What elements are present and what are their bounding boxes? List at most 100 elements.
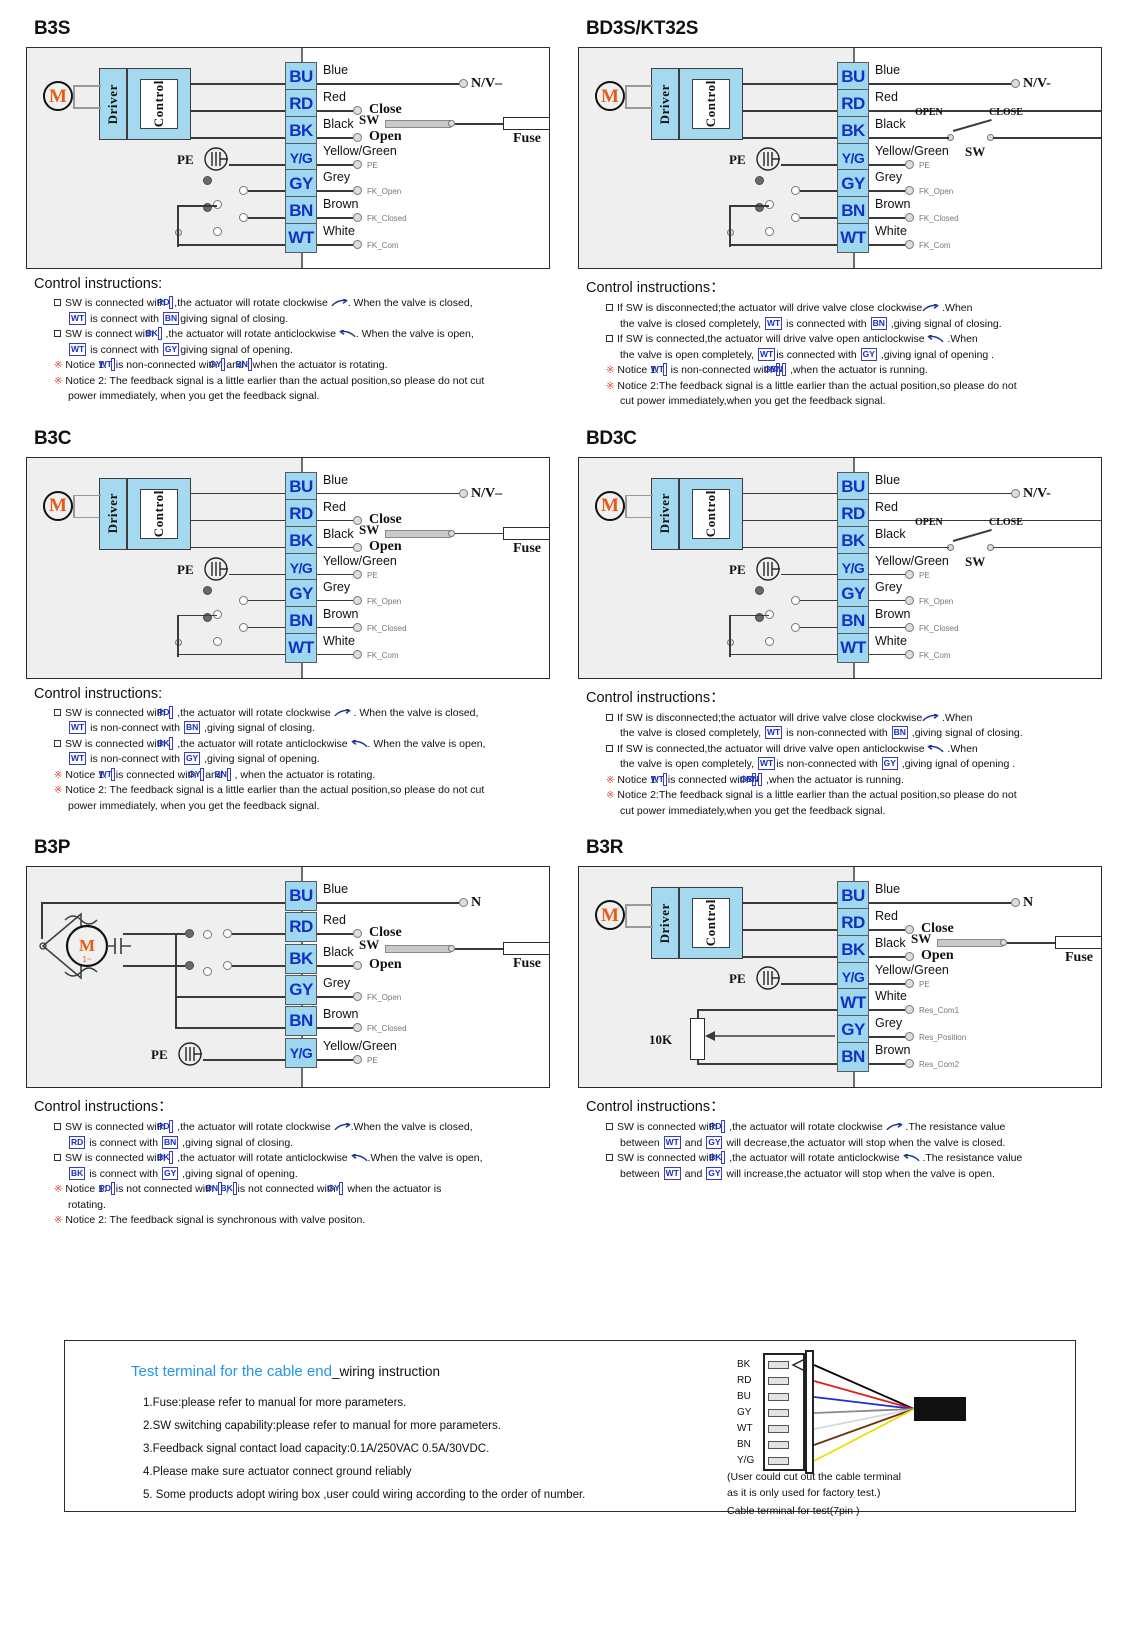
terminal-gy: GY — [837, 578, 869, 609]
checkbox-icon — [54, 1154, 61, 1161]
fb-com-j1 — [177, 205, 217, 207]
contact-lead-1 — [232, 965, 285, 967]
neutral-label: N — [1023, 895, 1034, 910]
ctl-out-2 — [191, 137, 285, 139]
open-node — [353, 133, 362, 142]
mot-bk — [123, 965, 185, 967]
ctl-out-2 — [191, 546, 285, 548]
connector-pin-label-wt: WT — [737, 1423, 753, 1434]
checkbox-icon — [54, 299, 61, 306]
terminal-wt: WT — [837, 632, 869, 663]
ctl-out-1 — [191, 110, 285, 112]
pot-value-label: 10K — [649, 1032, 673, 1047]
driver-box: Driver — [651, 477, 679, 550]
open-label: Open — [369, 957, 402, 972]
pe-lead — [203, 1059, 285, 1061]
wire-code-bk: BK — [221, 1182, 237, 1195]
ctl-out-2 — [743, 137, 837, 139]
pot-riser — [697, 1009, 699, 1018]
instruction-line-5: ※ Notice 2: The feedback signal is a litt… — [54, 784, 485, 796]
terminal-bn: BN — [837, 196, 869, 226]
signal-label-6: Res_Com2 — [919, 1060, 960, 1069]
signal-label-5: Res_Position — [919, 1033, 967, 1042]
blue-rail — [317, 492, 459, 494]
test-terminal-item-5: 5. Some products adopt wiring box ,user … — [143, 1489, 586, 1501]
wire-code-bn: BN — [162, 311, 180, 325]
signal-node-5 — [353, 213, 362, 222]
wire-code-rd: RD — [709, 1120, 726, 1133]
fb-gy-lead — [800, 190, 837, 192]
instructions-title: Control instructions： — [586, 1099, 725, 1115]
block-title-b3p: B3P — [34, 837, 71, 858]
clockwise-arrow-icon — [334, 708, 351, 716]
wire-code-gy: GY — [209, 358, 226, 371]
sw-lead — [455, 123, 503, 125]
sw-label: SW — [965, 144, 986, 159]
sw-pivot — [448, 120, 455, 127]
lead-1 — [317, 933, 353, 935]
fb-common-open — [755, 176, 764, 185]
blue-rail — [869, 902, 1011, 904]
fb-common-open — [203, 585, 212, 595]
driver-box: Driver — [99, 68, 127, 140]
ctl-out-1 — [743, 929, 837, 931]
sw-pivot — [448, 945, 455, 952]
fb-common-open — [755, 585, 764, 595]
diagram-bd3s: BU Blue RD Red BK Black Y/G Yellow/Green PE GY Gre… — [578, 47, 1102, 269]
terminal-bu: BU — [285, 62, 317, 92]
bu-feed — [41, 902, 285, 904]
instruction-line-4: ※ Notice 1: WT is connected with GY and BN … — [54, 767, 376, 781]
test-terminal-item-2: 2.SW switching capability:please refer t… — [143, 1420, 501, 1432]
note-asterisk-icon: ※ — [54, 1215, 63, 1226]
fb-com-j1 — [729, 205, 769, 207]
lead-2 — [317, 965, 353, 967]
checkbox-icon — [606, 713, 613, 721]
instruction-line-6: cut power immediately,when you get the f… — [620, 395, 886, 407]
wire-code-wt: WT — [69, 311, 87, 325]
fb-bus — [175, 934, 177, 1028]
signal-node-5 — [905, 1032, 914, 1041]
terminal-bn: BN — [285, 196, 317, 226]
wire-label-0: Blue — [875, 63, 901, 77]
terminal-yg: Y/G — [285, 1038, 317, 1068]
terminal-bk: BK — [837, 116, 869, 146]
motor-symbol: M — [595, 490, 625, 521]
fuse-label: Fuse — [1065, 950, 1093, 965]
pe-lead — [781, 164, 837, 166]
ground-symbol-icon — [203, 556, 229, 582]
bk-lead — [869, 546, 949, 548]
fb-no-closed — [239, 622, 248, 632]
anticlockwise-arrow-icon — [903, 1154, 919, 1162]
fb-nc-closed — [213, 227, 222, 236]
pe-lead — [781, 573, 837, 575]
lead-4 — [317, 190, 353, 192]
fuse-symbol — [1055, 936, 1101, 949]
block-b3s: B3S BU Blue RD Red BK Black Y/G Yellow/Green PE G… — [26, 18, 550, 410]
wire-label-5: Yellow/Green — [323, 1039, 397, 1053]
wire-label-1: Red — [323, 90, 346, 104]
terminal-gy: GY — [285, 578, 317, 609]
instructions-bd3s: Control instructions： If SW is disconnect… — [586, 276, 1102, 410]
signal-label-5: FK_Closed — [367, 623, 407, 633]
wire-label-6: White — [323, 633, 355, 648]
ground-symbol-icon — [755, 146, 781, 172]
note-asterisk-icon: ※ — [54, 360, 63, 371]
signal-label-3: PE — [367, 570, 378, 580]
wire-code-wt: WT — [663, 1166, 681, 1180]
neutral-label: N/V- — [1023, 485, 1051, 501]
wire-code-bk: BK — [157, 1151, 174, 1164]
lead-4 — [869, 190, 905, 192]
wire-label-0: Blue — [323, 472, 349, 487]
connector-caption: Cable terminal for test(7pin ) — [727, 1505, 860, 1517]
bu-riser — [41, 902, 43, 939]
signal-node-5 — [905, 622, 914, 632]
fb-com-bus — [729, 614, 731, 657]
wire-code-bk: BK — [709, 1151, 726, 1164]
wire-code-bn: BN — [746, 772, 763, 786]
instruction-line-5: rotating. — [68, 1198, 106, 1211]
signal-label-6: FK_Com — [919, 650, 951, 660]
signal-node-5 — [353, 622, 362, 632]
wire-label-2: Black — [323, 945, 354, 959]
fb-com-bus — [177, 614, 179, 657]
ctl-out-1 — [743, 519, 837, 521]
